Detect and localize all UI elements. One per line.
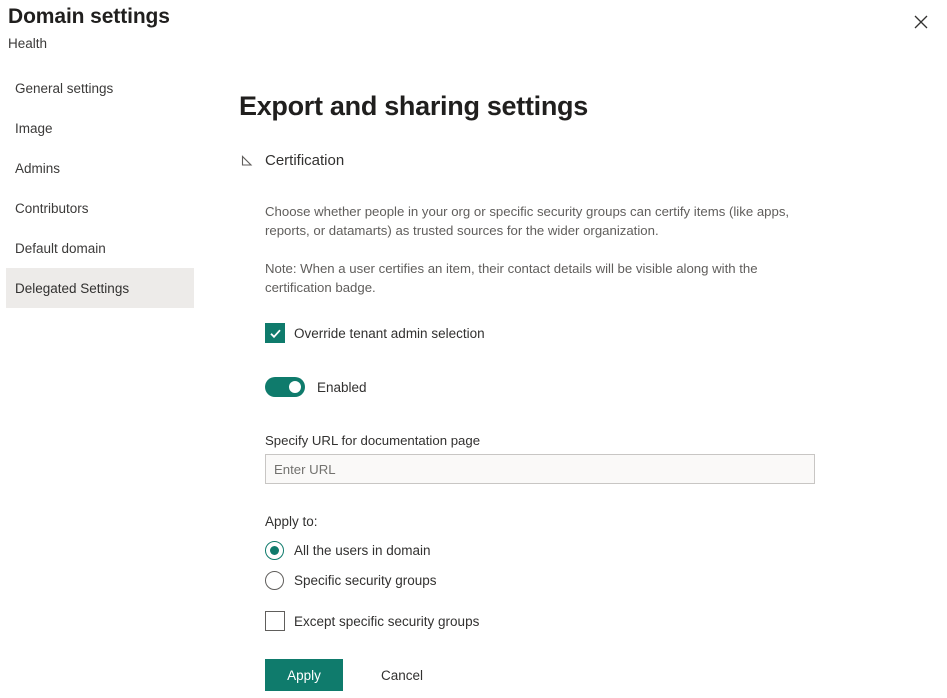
radio-specific-groups-label: Specific security groups [294, 573, 437, 588]
toggle-track [265, 377, 305, 397]
empty-checkbox-icon [265, 611, 285, 631]
main-content: Export and sharing settings Certificatio… [239, 88, 929, 691]
sidebar-item-delegated-settings[interactable]: Delegated Settings [6, 268, 194, 308]
radio-dot [270, 546, 279, 555]
override-tenant-admin-checkbox[interactable]: Override tenant admin selection [265, 323, 929, 343]
certification-description-note: Note: When a user certifies an item, the… [265, 259, 813, 297]
page-title: Domain settings [8, 5, 170, 29]
sidebar-item-label: Admins [15, 161, 60, 176]
sidebar-item-admins[interactable]: Admins [6, 148, 194, 188]
apply-to-label: Apply to: [265, 514, 929, 529]
sidebar-item-label: Contributors [15, 201, 89, 216]
apply-button[interactable]: Apply [265, 659, 343, 691]
sidebar-nav: General settings Image Admins Contributo… [0, 68, 200, 308]
radio-all-users-in-domain[interactable]: All the users in domain [265, 541, 929, 560]
except-specific-groups-label: Except specific security groups [294, 614, 479, 629]
checkmark-icon [265, 323, 285, 343]
action-button-row: Apply Cancel [265, 659, 929, 691]
enabled-toggle-label: Enabled [317, 380, 367, 395]
enabled-toggle[interactable]: Enabled [265, 377, 929, 397]
override-tenant-admin-label: Override tenant admin selection [294, 326, 485, 341]
sidebar-item-image[interactable]: Image [6, 108, 194, 148]
collapse-triangle-icon [239, 153, 255, 169]
certification-description-primary: Choose whether people in your org or spe… [265, 202, 813, 240]
sidebar-item-contributors[interactable]: Contributors [6, 188, 194, 228]
radio-selected-icon [265, 541, 284, 560]
sidebar-item-label: General settings [15, 81, 113, 96]
close-button[interactable] [903, 4, 939, 40]
sidebar-item-general-settings[interactable]: General settings [6, 68, 194, 108]
page-header: Domain settings Health [0, 0, 947, 60]
sidebar-item-label: Default domain [15, 241, 106, 256]
url-field-label: Specify URL for documentation page [265, 433, 929, 448]
radio-all-users-label: All the users in domain [294, 543, 431, 558]
cancel-button[interactable]: Cancel [381, 668, 423, 683]
toggle-knob [289, 381, 301, 393]
except-specific-security-groups-checkbox[interactable]: Except specific security groups [265, 611, 929, 631]
certification-section-label: Certification [265, 152, 344, 169]
page-subtitle: Health [8, 36, 47, 51]
sidebar-item-label: Image [15, 121, 53, 136]
radio-unselected-icon [265, 571, 284, 590]
sidebar-item-label: Delegated Settings [15, 281, 129, 296]
radio-specific-security-groups[interactable]: Specific security groups [265, 571, 929, 590]
content-title: Export and sharing settings [239, 88, 929, 124]
documentation-url-input[interactable] [265, 454, 815, 484]
certification-section-header[interactable]: Certification [239, 152, 929, 169]
close-icon [914, 15, 928, 29]
sidebar-item-default-domain[interactable]: Default domain [6, 228, 194, 268]
